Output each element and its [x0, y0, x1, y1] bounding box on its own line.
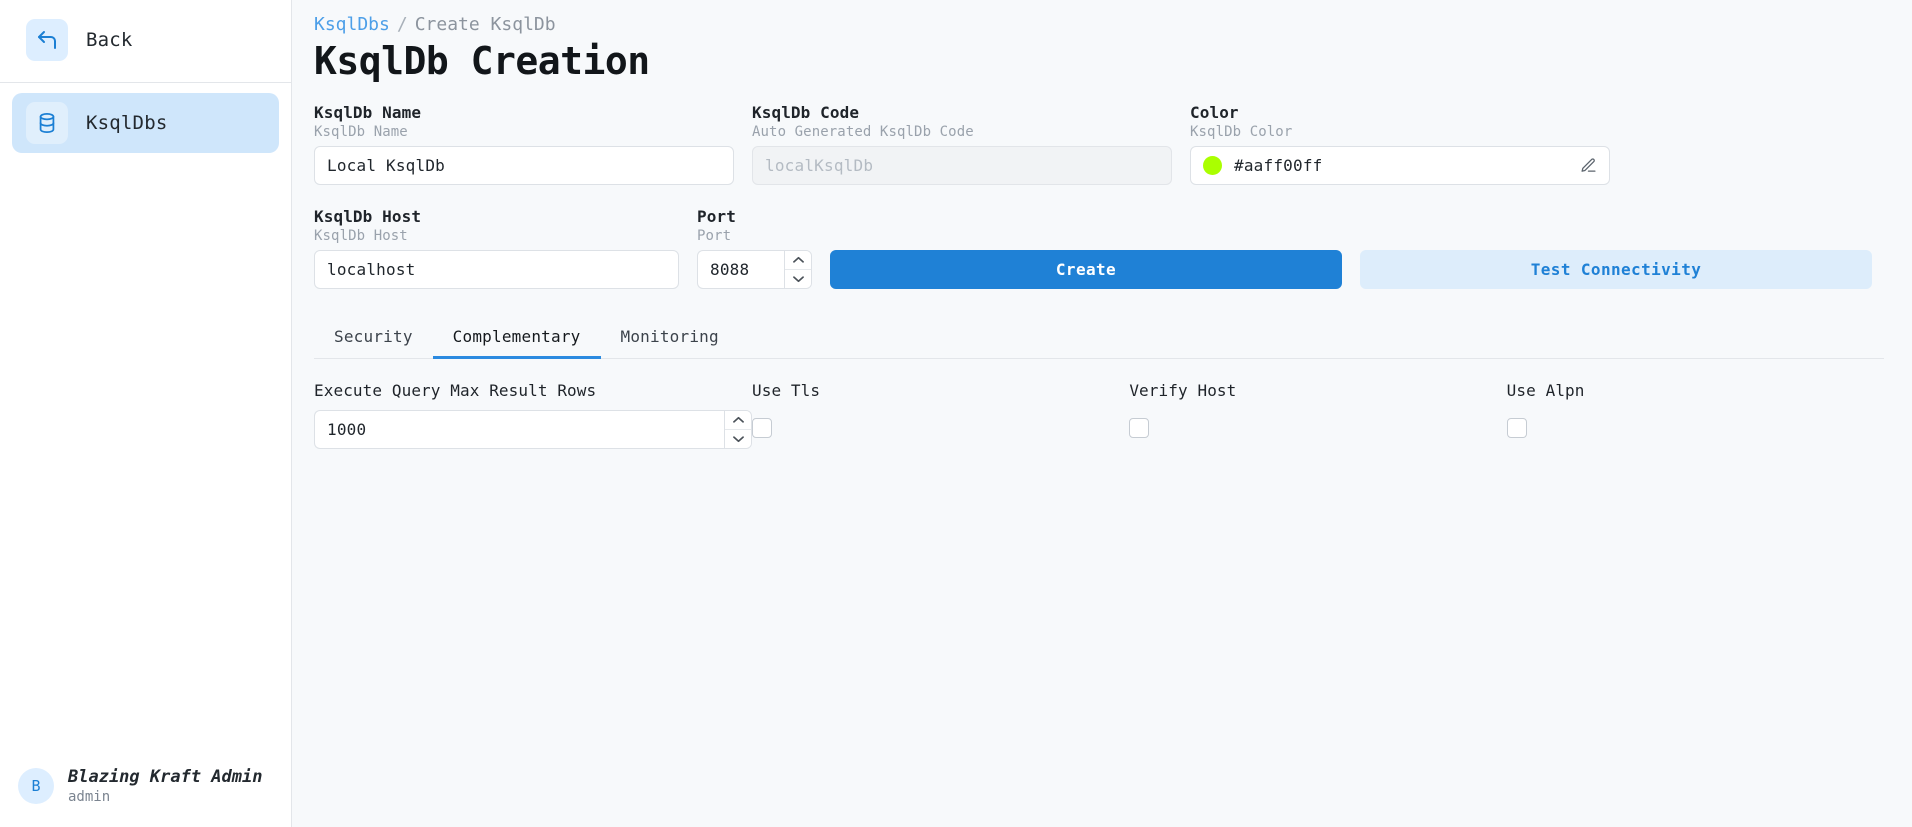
sidebar: Back KsqlDbs B Blazing Kraft Admin admin	[0, 0, 292, 827]
ksqldb-code-input: localKsqlDb	[752, 146, 1172, 185]
sidebar-user[interactable]: B Blazing Kraft Admin admin	[0, 767, 291, 827]
ksqldb-host-input[interactable]: localhost	[314, 250, 679, 289]
field-max-result-rows: Execute Query Max Result Rows 1000	[314, 381, 752, 449]
port-input[interactable]: 8088	[697, 250, 784, 289]
ksqldb-name-label: KsqlDb Name	[314, 103, 422, 122]
tab-security[interactable]: Security	[314, 319, 433, 359]
breadcrumb: KsqlDbs / Create KsqlDb	[314, 14, 1884, 35]
avatar: B	[18, 768, 54, 804]
field-verify-host: Verify Host	[1129, 381, 1506, 449]
port-stepper-buttons	[784, 250, 812, 289]
ksqldb-color-label: Color	[1190, 103, 1239, 122]
sidebar-item-label: KsqlDbs	[86, 112, 168, 134]
pencil-icon[interactable]	[1580, 157, 1597, 174]
tab-complementary[interactable]: Complementary	[432, 319, 601, 359]
field-use-tls: Use Tls	[752, 381, 1129, 449]
chevron-down-icon[interactable]	[785, 270, 811, 288]
main-content: KsqlDbs / Create KsqlDb KsqlDb Creation …	[292, 0, 1912, 827]
sidebar-back-section: Back	[0, 0, 291, 83]
max-result-rows-input[interactable]: 1000	[314, 410, 724, 449]
max-result-rows-stepper: 1000	[314, 410, 752, 449]
app-root: Back KsqlDbs B Blazing Kraft Admin admin	[0, 0, 1912, 827]
verify-host-label: Verify Host	[1129, 381, 1237, 400]
user-role: admin	[68, 789, 111, 805]
field-ksqldb-name: KsqlDb Name KsqlDb Name Local KsqlDb	[314, 103, 734, 185]
sidebar-item-back[interactable]: Back	[12, 10, 279, 70]
ksqldb-code-label: KsqlDb Code	[752, 103, 860, 122]
page-title: KsqlDb Creation	[314, 39, 650, 83]
tab-monitoring[interactable]: Monitoring	[601, 319, 739, 359]
color-value: #aaff00ff	[1234, 156, 1323, 175]
complementary-panel: Execute Query Max Result Rows 1000 Use T…	[314, 381, 1884, 449]
port-stepper: 8088	[697, 250, 812, 289]
max-result-rows-label: Execute Query Max Result Rows	[314, 381, 597, 400]
port-label: Port	[697, 207, 736, 226]
ksqldb-color-input[interactable]: #aaff00ff	[1190, 146, 1610, 185]
form-row-connection: KsqlDb Host KsqlDb Host localhost Port P…	[314, 207, 1884, 289]
breadcrumb-separator: /	[396, 14, 408, 35]
verify-host-checkbox[interactable]	[1129, 418, 1150, 438]
color-swatch	[1203, 156, 1222, 175]
form-row-primary: KsqlDb Name KsqlDb Name Local KsqlDb Ksq…	[314, 103, 1884, 185]
ksqldb-host-sublabel: KsqlDb Host	[314, 228, 408, 244]
user-meta: Blazing Kraft Admin admin	[68, 767, 262, 805]
chevron-down-icon[interactable]	[725, 430, 751, 448]
port-sublabel: Port	[697, 228, 732, 244]
ksqldb-host-label: KsqlDb Host	[314, 207, 422, 226]
settings-tabs: Security Complementary Monitoring	[314, 319, 1884, 359]
use-alpn-checkbox[interactable]	[1506, 418, 1527, 438]
breadcrumb-current: Create KsqlDb	[414, 14, 556, 35]
field-ksqldb-color: Color KsqlDb Color #aaff00ff	[1190, 103, 1610, 185]
test-connectivity-button[interactable]: Test Connectivity	[1360, 250, 1872, 289]
sidebar-item-ksqldbs[interactable]: KsqlDbs	[12, 93, 279, 153]
field-use-alpn: Use Alpn	[1506, 381, 1884, 449]
ksqldb-color-sublabel: KsqlDb Color	[1190, 124, 1293, 140]
use-tls-label: Use Tls	[752, 381, 821, 400]
user-name: Blazing Kraft Admin	[68, 767, 263, 787]
breadcrumb-link-ksqldbs[interactable]: KsqlDbs	[314, 14, 390, 35]
field-port: Port Port 8088	[697, 207, 812, 289]
field-ksqldb-host: KsqlDb Host KsqlDb Host localhost	[314, 207, 679, 289]
ksqldb-code-sublabel: Auto Generated KsqlDb Code	[752, 124, 974, 140]
chevron-up-icon[interactable]	[785, 251, 811, 270]
ksqldb-name-sublabel: KsqlDb Name	[314, 124, 408, 140]
max-result-rows-stepper-buttons	[724, 410, 752, 449]
chevron-up-icon[interactable]	[725, 411, 751, 430]
sidebar-nav: KsqlDbs	[0, 83, 291, 163]
back-arrow-icon	[26, 19, 68, 61]
field-ksqldb-code: KsqlDb Code Auto Generated KsqlDb Code l…	[752, 103, 1172, 185]
database-icon	[26, 102, 68, 144]
use-tls-checkbox[interactable]	[752, 418, 772, 438]
create-button[interactable]: Create	[830, 250, 1342, 289]
use-alpn-label: Use Alpn	[1506, 381, 1585, 400]
ksqldb-name-input[interactable]: Local KsqlDb	[314, 146, 734, 185]
sidebar-back-label: Back	[86, 29, 133, 51]
